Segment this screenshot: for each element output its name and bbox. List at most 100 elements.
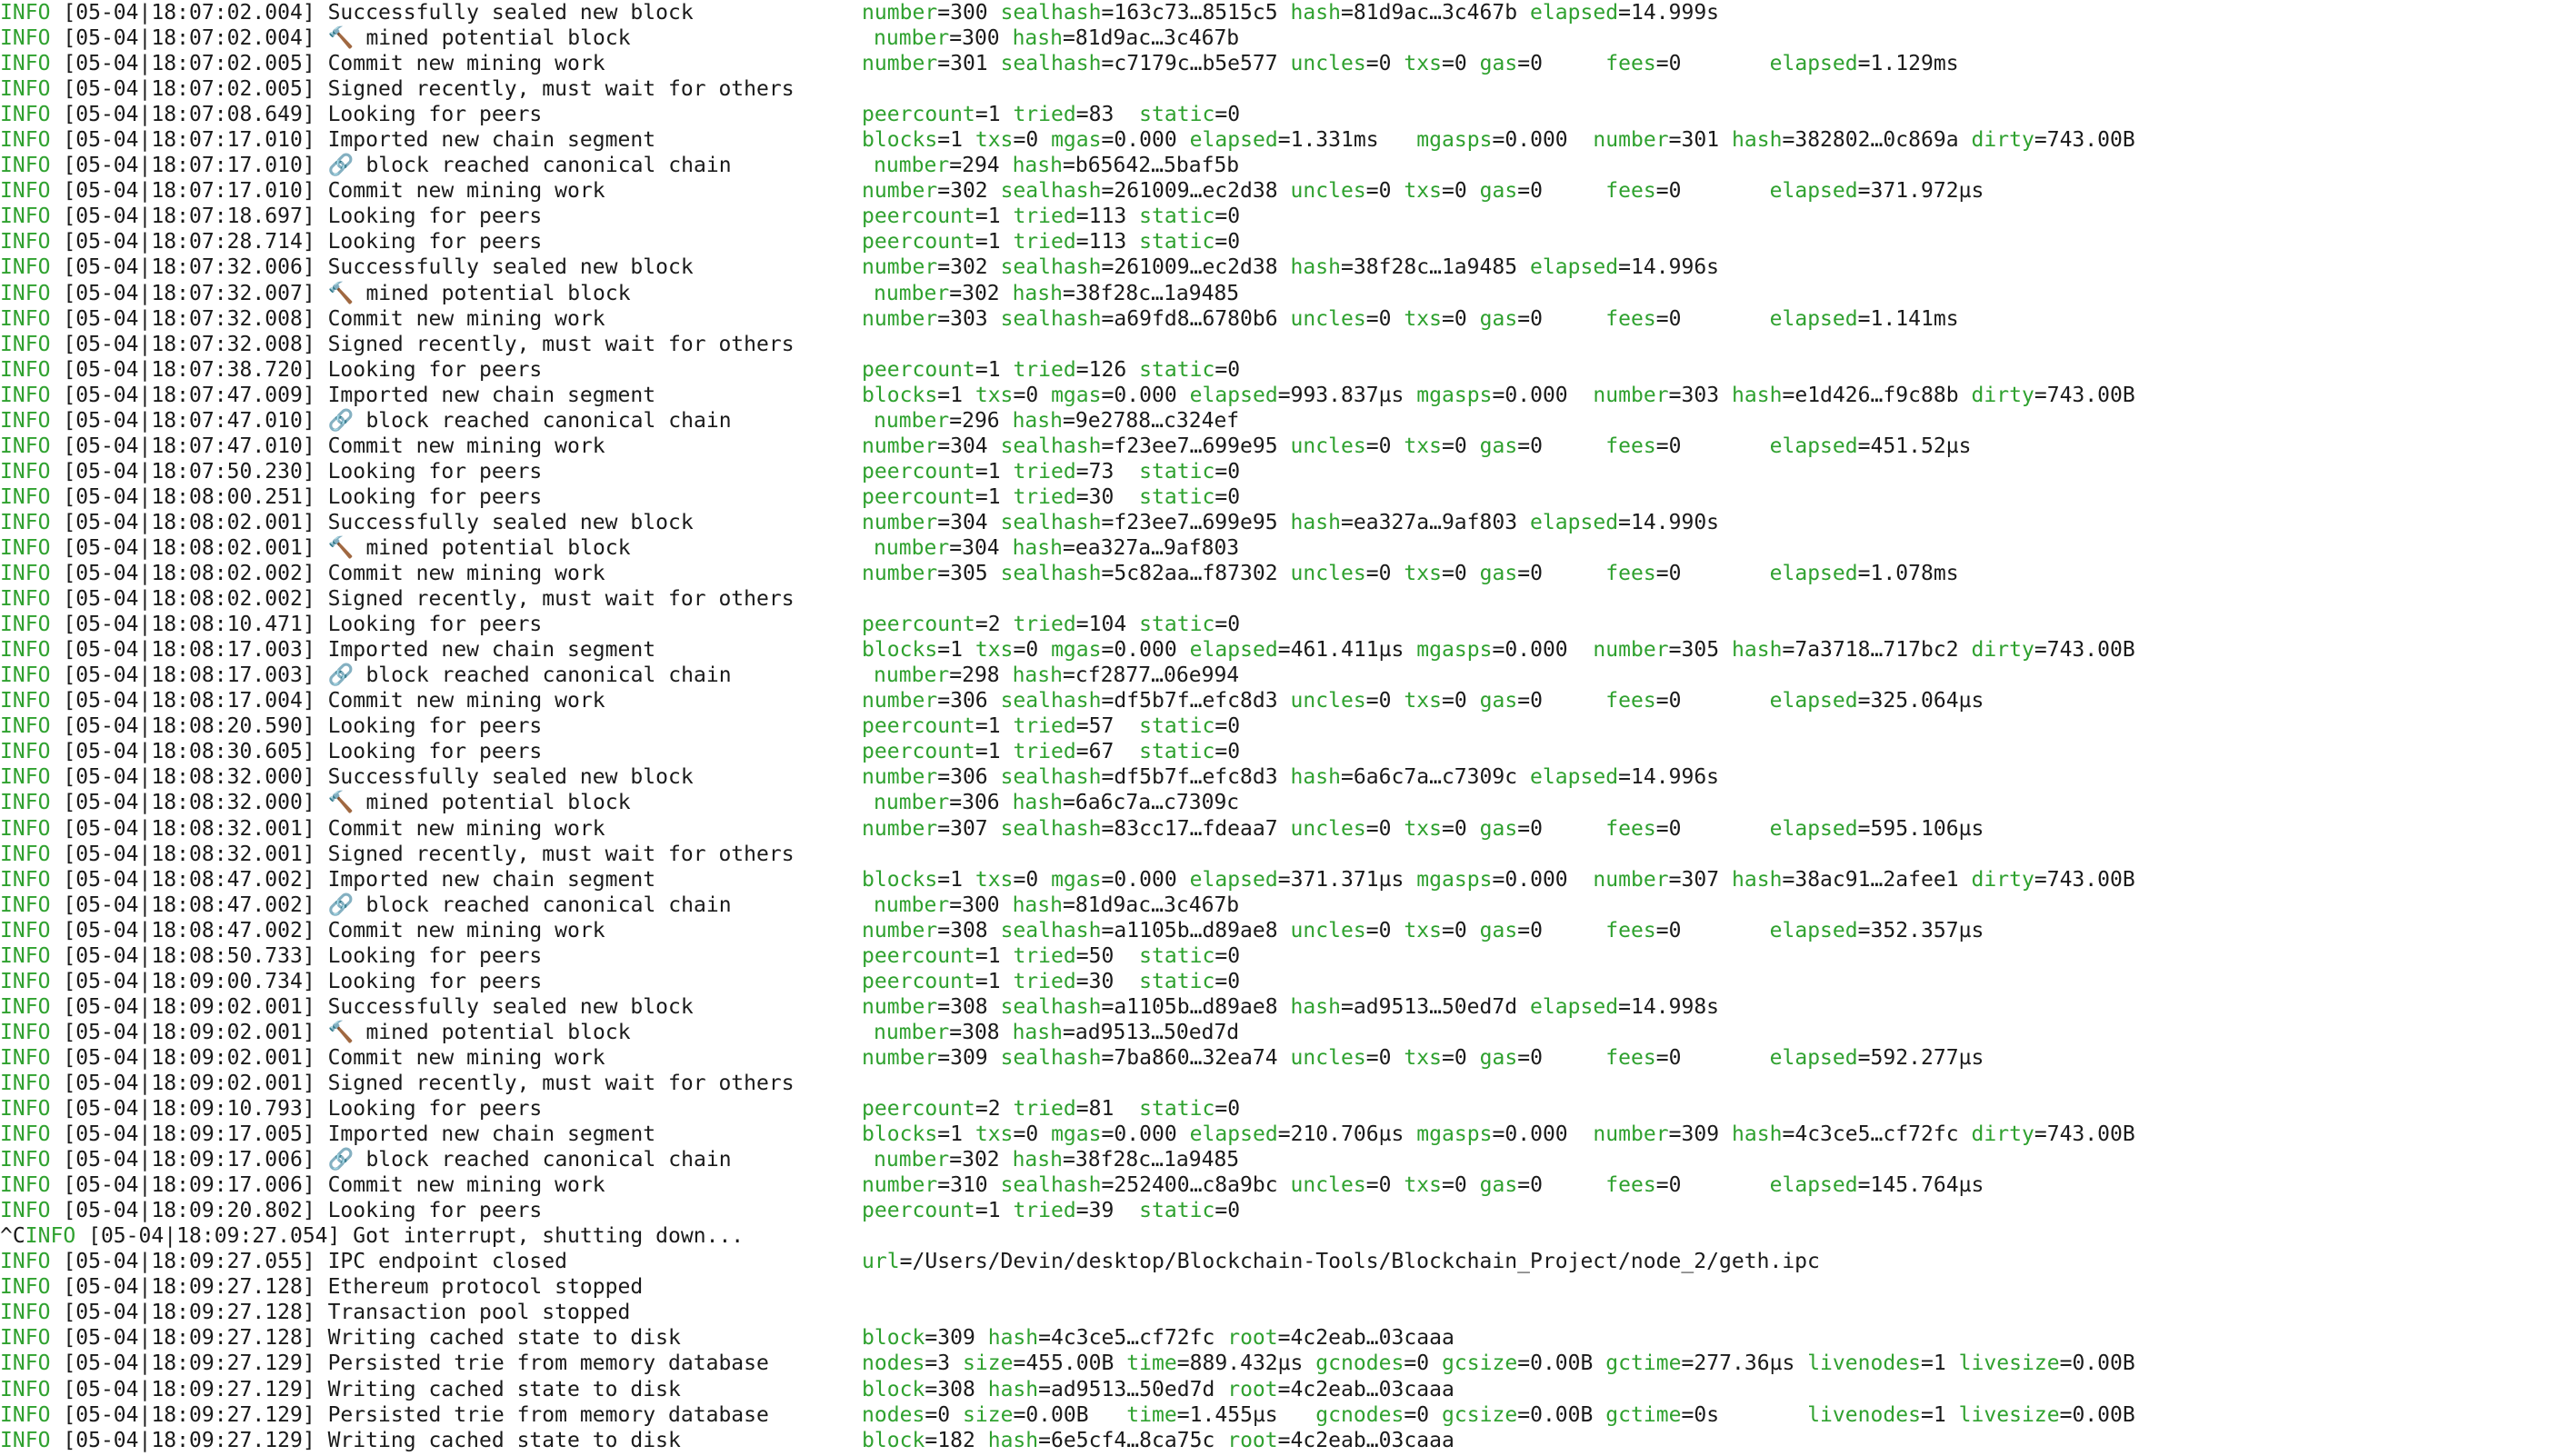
- log-level: INFO: [0, 434, 51, 458]
- context-value: 6e5cf4…8ca75c: [1051, 1428, 1215, 1452]
- context-key: livesize: [1958, 1351, 2060, 1376]
- hammer-icon: 🔨: [327, 281, 355, 305]
- context-value: 50: [1088, 943, 1127, 968]
- context-value: 210.706µs: [1290, 1122, 1404, 1147]
- log-level: INFO: [0, 1020, 51, 1044]
- context-value: b65642…5baf5b: [1075, 154, 1240, 178]
- context-value: 1: [987, 230, 1001, 254]
- context-key: number: [862, 918, 938, 942]
- log-context: number=294 hash=b65642…5baf5b: [874, 154, 1240, 178]
- context-value: 1.129ms: [1870, 52, 1959, 76]
- log-level: INFO: [0, 1045, 51, 1070]
- context-value: 0: [1378, 1045, 1392, 1070]
- context-value: 67: [1088, 740, 1127, 764]
- log-timestamp: [05-04|18:07:47.010]: [63, 408, 315, 433]
- log-timestamp: [05-04|18:08:02.002]: [63, 562, 315, 586]
- log-timestamp: [05-04|18:09:27.128]: [63, 1326, 315, 1351]
- log-line: INFO [05-04|18:07:50.230] Looking for pe…: [0, 459, 2549, 484]
- context-key: block: [862, 1377, 925, 1401]
- log-message: Commit new mining work: [327, 1173, 605, 1198]
- context-key: gas: [1479, 816, 1518, 841]
- context-key: hash: [1012, 535, 1064, 560]
- context-value: 1: [987, 459, 1001, 484]
- context-value: 0: [1668, 179, 1757, 204]
- context-value: 0: [1378, 816, 1392, 841]
- context-key: mgas: [1051, 383, 1102, 407]
- log-message: Persisted trie from memory database: [327, 1351, 769, 1376]
- context-key: sealhash: [1000, 52, 1102, 76]
- context-value: 0: [1227, 459, 1241, 484]
- log-timestamp: [05-04|18:09:27.128]: [63, 1301, 315, 1325]
- log-line: INFO [05-04|18:09:00.734] Looking for pe…: [0, 969, 2549, 994]
- context-value: 296: [962, 408, 1000, 433]
- context-value: 298: [962, 663, 1000, 688]
- log-level: INFO: [0, 383, 51, 407]
- context-key: static: [1139, 230, 1215, 254]
- context-key: static: [1139, 204, 1215, 229]
- context-value: 451.52µs: [1870, 434, 1972, 458]
- context-value: 302: [962, 1148, 1000, 1172]
- log-line: INFO [05-04|18:07:28.714] Looking for pe…: [0, 229, 2549, 254]
- context-key: static: [1139, 1199, 1215, 1223]
- context-value: a69fd8…6780b6: [1114, 306, 1278, 331]
- log-line: INFO [05-04|18:09:27.128] Writing cached…: [0, 1325, 2549, 1351]
- context-value: 1.141ms: [1870, 306, 1959, 331]
- log-timestamp: [05-04|18:09:00.734]: [63, 969, 315, 993]
- context-key: number: [1593, 383, 1669, 407]
- context-value: 14.996s: [1630, 255, 1720, 280]
- log-message: mined potential block: [365, 26, 631, 51]
- context-value: 0: [1668, 434, 1757, 458]
- context-key: hash: [1731, 638, 1783, 663]
- log-timestamp: [05-04|18:07:32.007]: [63, 281, 315, 305]
- context-value: 0: [1454, 1045, 1467, 1070]
- log-message: Successfully sealed new block: [327, 765, 694, 790]
- log-message: mined potential block: [365, 281, 631, 305]
- context-value: 743.00B: [2046, 638, 2135, 663]
- context-key: gas: [1479, 179, 1518, 204]
- context-value: 0: [1454, 179, 1467, 204]
- context-key: gcnodes: [1315, 1351, 1404, 1376]
- context-key: livesize: [1958, 1402, 2060, 1427]
- context-value: 0: [1530, 1173, 1594, 1198]
- log-line: INFO [05-04|18:08:17.004] Commit new min…: [0, 688, 2549, 713]
- log-line: INFO [05-04|18:08:30.605] Looking for pe…: [0, 739, 2549, 764]
- context-value: 0: [1668, 689, 1757, 713]
- log-context: peercount=1 tried=126 static=0: [862, 357, 1241, 382]
- context-value: 0: [1530, 816, 1594, 841]
- context-value: 461.411µs: [1290, 638, 1404, 663]
- log-level: INFO: [0, 1326, 51, 1351]
- log-message: Looking for peers: [327, 103, 543, 127]
- context-value: ea327a…9af803: [1353, 510, 1518, 534]
- context-key: txs: [975, 638, 1014, 663]
- log-timestamp: [05-04|18:09:27.055]: [63, 1250, 315, 1274]
- context-key: tried: [1013, 613, 1076, 637]
- log-level: INFO: [0, 230, 51, 254]
- hammer-icon: 🔨: [327, 791, 355, 815]
- log-line: INFO [05-04|18:08:02.002] Commit new min…: [0, 561, 2549, 586]
- context-key: fees: [1605, 562, 1656, 586]
- context-value: 0.000: [1504, 867, 1581, 892]
- log-message: Commit new mining work: [327, 1045, 605, 1070]
- context-key: elapsed: [1769, 52, 1858, 76]
- log-level: INFO: [0, 1250, 51, 1274]
- context-value: 371.972µs: [1870, 179, 1984, 204]
- log-context: nodes=3 size=455.00B time=889.432µs gcno…: [862, 1351, 2135, 1376]
- log-message: Successfully sealed new block: [327, 255, 694, 280]
- context-value: 307: [1681, 867, 1720, 892]
- context-key: hash: [1012, 408, 1064, 433]
- terminal-window[interactable]: INFO [05-04|18:07:02.004] Successfully s…: [0, 0, 2549, 1456]
- interrupt-prefix: ^C: [0, 1224, 25, 1249]
- log-line: INFO [05-04|18:07:02.005] Commit new min…: [0, 51, 2549, 76]
- log-line: INFO [05-04|18:08:02.001] 🔨 mined potent…: [0, 535, 2549, 561]
- log-line: INFO [05-04|18:07:47.009] Imported new c…: [0, 383, 2549, 408]
- log-message: Imported new chain segment: [327, 383, 656, 407]
- context-key: txs: [1404, 52, 1442, 76]
- log-timestamp: [05-04|18:07:47.009]: [63, 383, 315, 407]
- context-value: 81d9ac…3c467b: [1075, 26, 1240, 51]
- log-line: INFO [05-04|18:07:32.008] Commit new min…: [0, 306, 2549, 332]
- log-line: INFO [05-04|18:08:47.002] Commit new min…: [0, 918, 2549, 943]
- log-level: INFO: [0, 1351, 51, 1376]
- context-value: 304: [950, 434, 988, 458]
- context-key: number: [874, 893, 950, 917]
- log-line: INFO [05-04|18:07:02.005] Signed recentl…: [0, 76, 2549, 102]
